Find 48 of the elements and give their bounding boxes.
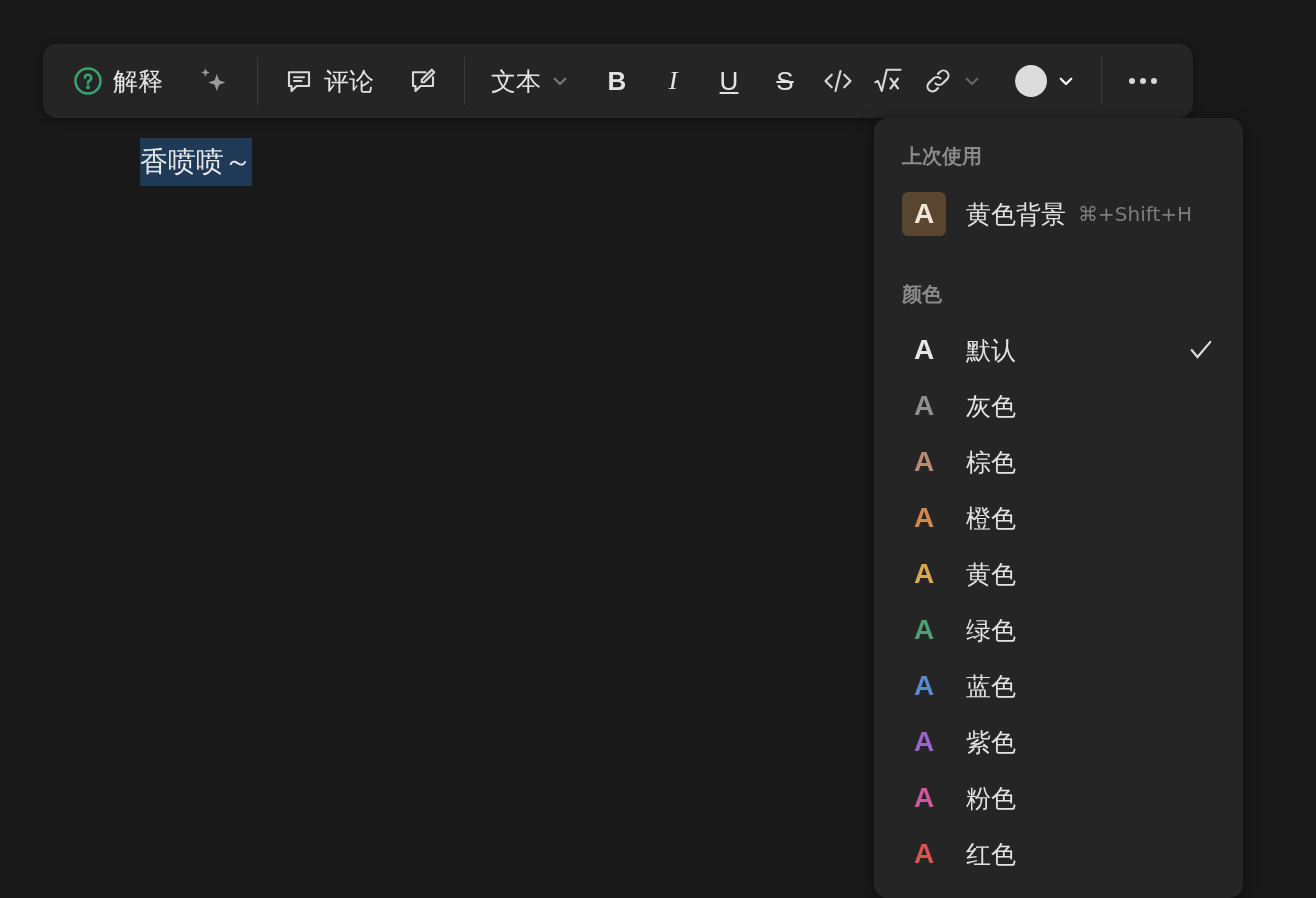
color-glyph: A (912, 501, 936, 535)
more-icon (1128, 77, 1158, 85)
color-swatch: A (902, 192, 946, 236)
menu-item-label: 黄色背景 (966, 198, 1066, 231)
bold-button[interactable]: B (591, 57, 643, 105)
color-label: 灰色 (966, 390, 1016, 423)
color-option[interactable]: A 棕色 (902, 434, 1215, 490)
color-label: 橙色 (966, 502, 1016, 535)
color-option[interactable]: A 默认 (902, 322, 1215, 378)
menu-item[interactable]: A 黄色背景 ⌘+Shift+H (902, 174, 1215, 254)
color-label: 紫色 (966, 726, 1016, 759)
color-glyph: A (912, 333, 936, 367)
section-heading: 上次使用 (902, 143, 983, 170)
color-glyph: A (912, 781, 936, 815)
color-option[interactable]: A 绿色 (902, 602, 1215, 658)
color-option[interactable]: A 黄色 (902, 546, 1215, 602)
underline-button[interactable]: U (703, 57, 755, 105)
block-type-dropdown[interactable]: 文本 (483, 57, 577, 105)
color-label: 棕色 (966, 446, 1016, 479)
color-label: 黄色 (966, 558, 1016, 591)
color-label: 红色 (966, 838, 1016, 871)
link-icon (923, 66, 953, 96)
explain-button[interactable]: 解释 (65, 57, 171, 105)
selected-text: 香喷喷～ (140, 138, 252, 186)
color-glyph: A (912, 389, 936, 423)
comment-button[interactable]: 评论 (276, 57, 382, 105)
color-option[interactable]: A 红色 (902, 826, 1215, 882)
color-glyph: A (912, 837, 936, 871)
keyboard-shortcut: ⌘+Shift+H (1078, 202, 1192, 226)
color-glyph: A (912, 725, 936, 759)
color-option[interactable]: A 灰色 (902, 378, 1215, 434)
color-option[interactable]: A 蓝色 (902, 658, 1215, 714)
question-icon (73, 66, 103, 96)
color-option[interactable]: A 橙色 (902, 490, 1215, 546)
color-glyph: A (912, 613, 936, 647)
color-label: 粉色 (966, 782, 1016, 815)
color-label: 蓝色 (966, 670, 1016, 703)
color-option[interactable]: A 粉色 (902, 770, 1215, 826)
color-label: 绿色 (966, 614, 1016, 647)
italic-button[interactable]: I (647, 57, 699, 105)
color-glyph: A (912, 669, 936, 703)
color-label: 默认 (966, 334, 1016, 367)
color-option[interactable]: A 紫色 (902, 714, 1215, 770)
color-glyph: A (912, 557, 936, 591)
strike-button[interactable]: S (759, 57, 811, 105)
section-heading: 颜色 (902, 281, 943, 308)
circle-icon (1015, 65, 1047, 97)
color-glyph: A (912, 445, 936, 479)
